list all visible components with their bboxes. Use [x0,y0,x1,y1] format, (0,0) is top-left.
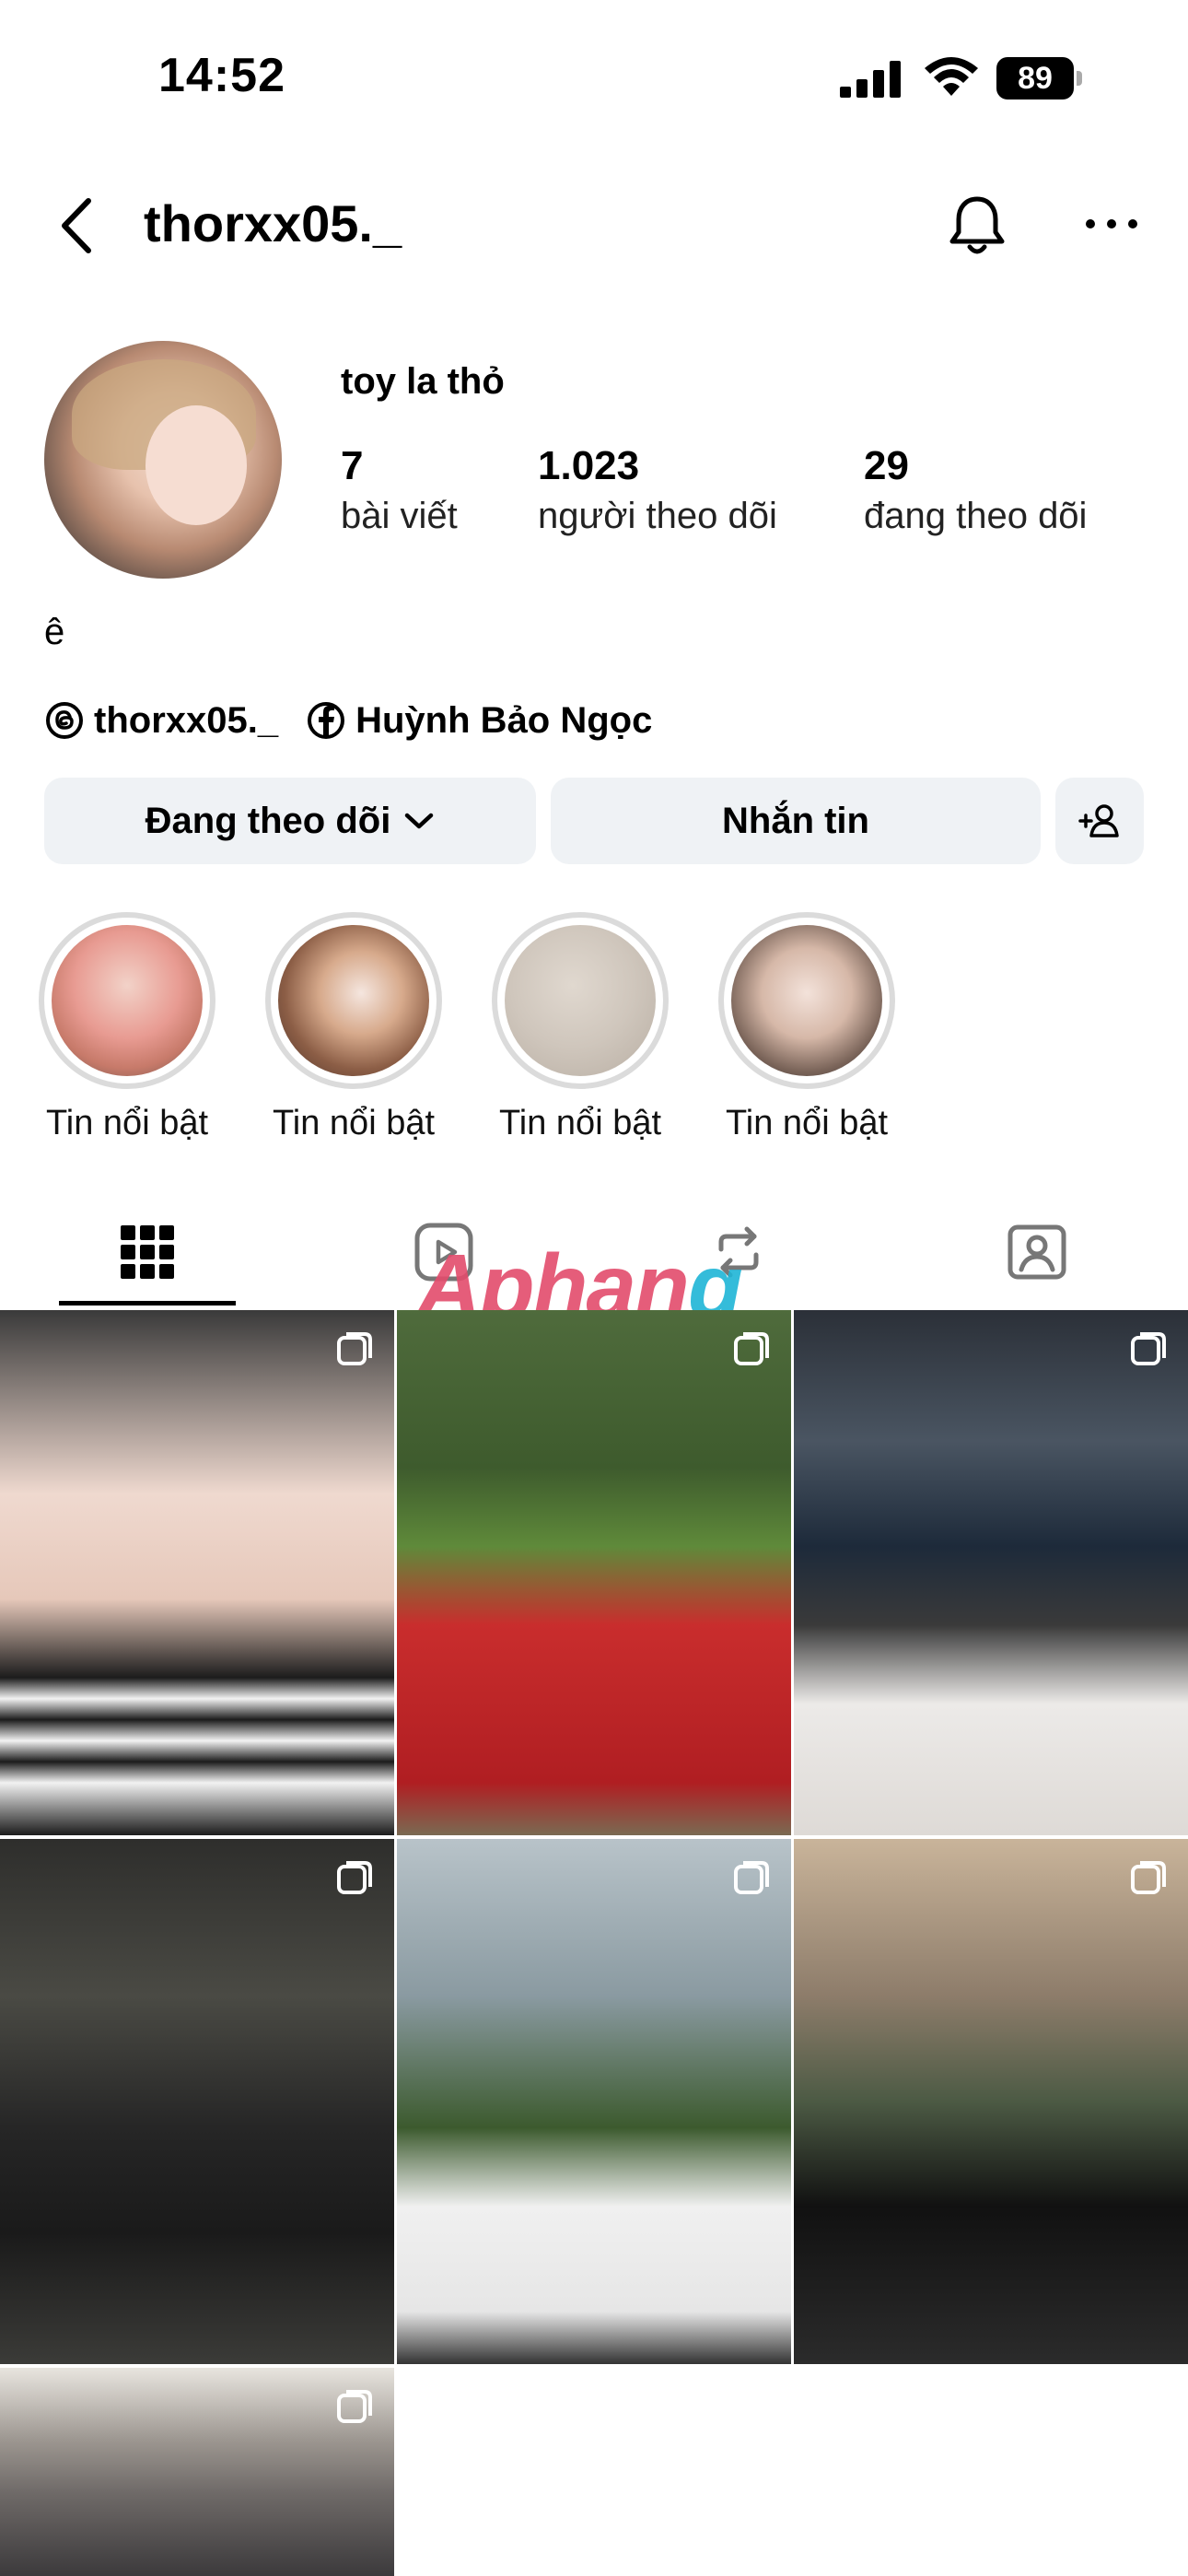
suggest-people-button[interactable] [1055,778,1144,864]
story-highlight[interactable]: Tin nổi bật [715,912,899,1143]
status-time: 14:52 [158,49,285,102]
wifi-icon [925,57,978,96]
carousel-icon [734,1861,769,1894]
message-button[interactable]: Nhắn tin [551,778,1041,864]
header-username: thorxx05._ [144,194,402,252]
stat-followers-label: người theo dõi [538,496,777,536]
threads-link[interactable]: thorxx05._ [44,700,278,742]
stat-posts-count: 7 [341,443,364,488]
highlight-ring [39,912,215,1089]
stat-posts-label: bài viết [341,496,458,536]
chevron-down-icon [405,813,434,829]
battery-icon: 89 [996,57,1082,100]
cellular-signal-icon [840,61,901,98]
highlight-cover [278,925,429,1076]
carousel-icon [1131,1861,1166,1894]
highlight-cover [52,925,203,1076]
battery-level: 89 [996,57,1074,100]
tab-posts[interactable] [55,1198,239,1306]
add-person-icon [1078,804,1119,837]
carousel-icon [734,1332,769,1365]
status-bar: 14:52 89 [0,0,1188,157]
post-thumbnail[interactable] [794,1310,1188,1835]
grid-icon [121,1225,174,1279]
highlight-label: Tin nổi bật [725,1104,889,1142]
stat-followers[interactable]: 1.023 người theo dõi [538,440,777,540]
more-options-icon[interactable] [1079,201,1144,247]
tab-tagged[interactable] [945,1198,1129,1306]
stat-posts[interactable]: 7 bài viết [341,440,458,540]
facebook-name: Huỳnh Bảo Ngọc [355,699,653,741]
stat-following[interactable]: 29 đang theo dõi [864,440,1087,540]
carousel-icon [337,1332,372,1365]
stat-following-count: 29 [864,443,909,488]
highlight-cover [731,925,882,1076]
notification-bell-icon[interactable] [943,192,1011,260]
post-thumbnail[interactable] [397,1310,791,1835]
carousel-icon [337,1861,372,1894]
post-thumbnail[interactable] [0,1310,394,1835]
highlight-ring [492,912,669,1089]
profile-header: thorxx05._ [0,175,1188,276]
highlight-label: Tin nổi bật [45,1104,209,1142]
highlight-label: Tin nổi bật [272,1104,436,1142]
stat-followers-count: 1.023 [538,443,640,488]
tagged-person-icon [1007,1224,1066,1280]
carousel-icon [1131,1332,1166,1365]
profile-bio: ê [44,612,65,652]
highlight-label: Tin nổi bật [498,1104,662,1142]
highlight-cover [505,925,656,1076]
message-button-label: Nhắn tin [722,800,869,841]
facebook-link[interactable]: Huỳnh Bảo Ngọc [306,700,652,742]
post-thumbnail[interactable] [397,1839,791,2364]
display-name: toy la thỏ [341,361,505,402]
back-arrow-icon[interactable] [48,193,112,258]
story-highlight[interactable]: Tin nổi bật [35,912,219,1143]
carousel-icon [337,2390,372,2423]
threads-icon [46,702,83,739]
threads-handle: thorxx05._ [94,699,279,741]
highlight-ring [265,912,442,1089]
highlight-ring [718,912,895,1089]
story-highlight[interactable]: Tin nổi bật [488,912,672,1143]
facebook-icon [308,702,345,739]
following-button-label: Đang theo dõi [145,800,391,841]
post-thumbnail[interactable] [0,2368,394,2576]
following-button[interactable]: Đang theo dõi [44,778,536,864]
post-thumbnail[interactable] [0,1839,394,2364]
active-tab-indicator [59,1301,236,1306]
profile-avatar[interactable] [44,341,282,579]
post-thumbnail[interactable] [794,1839,1188,2364]
stat-following-label: đang theo dõi [864,496,1088,536]
profile-links: thorxx05._ Huỳnh Bảo Ngọc [44,693,680,748]
story-highlight[interactable]: Tin nổi bật [262,912,446,1143]
